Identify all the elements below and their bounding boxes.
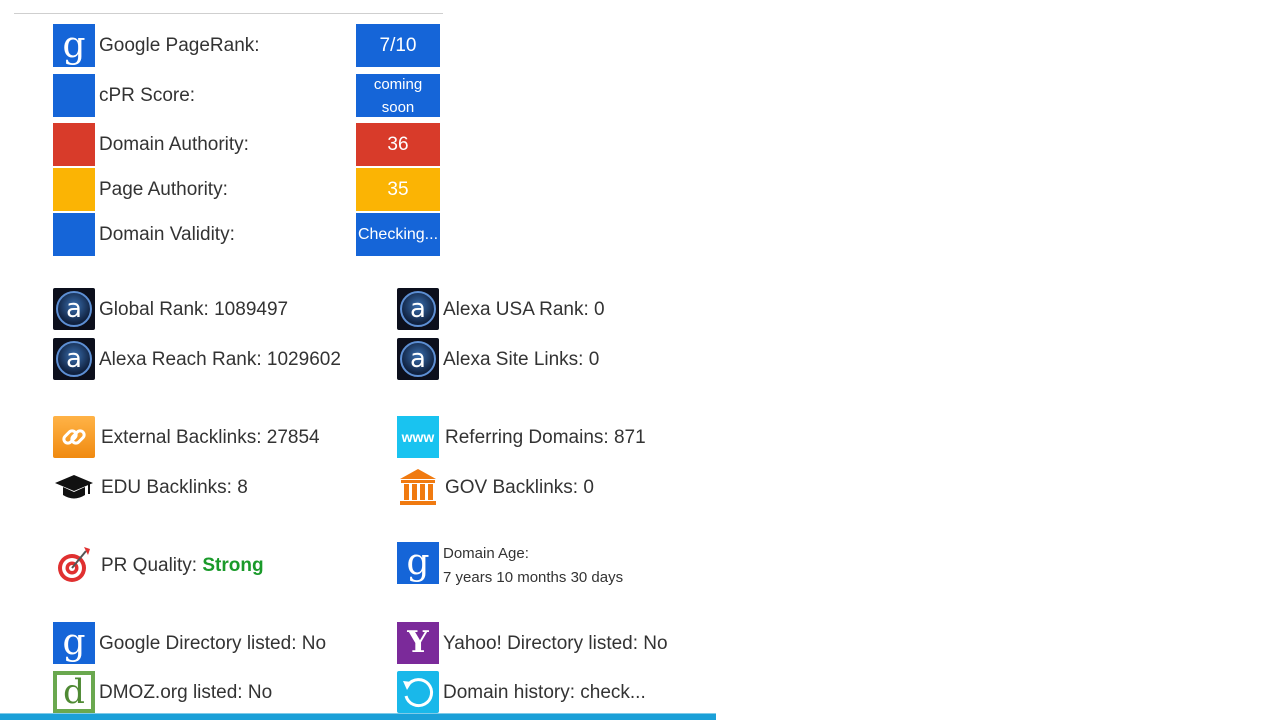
alexa-icon: a	[397, 288, 439, 330]
yahoo-directory-text: Yahoo! Directory listed: No	[443, 633, 668, 654]
google-directory-text: Google Directory listed: No	[99, 633, 327, 654]
domain-authority-label: Domain Authority:	[99, 134, 249, 155]
score-row-domain-authority: Domain Authority: 36	[53, 123, 441, 166]
gov-backlinks-text: GOV Backlinks: 0	[445, 477, 594, 498]
graduation-cap-icon	[53, 466, 95, 508]
google-g-icon: g	[53, 24, 95, 67]
cpr-value-line2: soon	[381, 98, 415, 116]
global-rank-text: Global Rank: 1089497	[99, 299, 289, 320]
government-building-icon	[397, 466, 439, 508]
pr-quality-text: PR Quality: Strong	[101, 544, 264, 587]
site-links-text: Alexa Site Links: 0	[443, 349, 600, 370]
score-row-page-authority: Page Authority: 35	[53, 168, 441, 211]
usa-rank-text: Alexa USA Rank: 0	[443, 299, 605, 320]
bottom-bar	[0, 713, 716, 720]
dmoz-d-icon: d	[53, 671, 95, 713]
domain-validity-color-square	[53, 213, 95, 256]
cpr-label: cPR Score:	[99, 85, 196, 106]
yahoo-y-icon: Y	[397, 622, 439, 664]
domain-authority-value: 36	[356, 123, 440, 166]
reach-rank-text: Alexa Reach Rank: 1029602	[99, 349, 341, 370]
pr-quality-label: PR Quality:	[101, 555, 198, 576]
domain-authority-color-square	[53, 123, 95, 166]
google-g-icon: g	[53, 622, 95, 664]
cpr-value: coming soon	[356, 74, 440, 117]
alexa-icon: a	[397, 338, 439, 380]
history-refresh-icon	[397, 671, 439, 713]
pagerank-label: Google PageRank:	[99, 35, 260, 56]
domain-validity-label: Domain Validity:	[99, 224, 235, 245]
score-row-pagerank: g Google PageRank: 7/10	[53, 24, 441, 67]
referring-domains-text: Referring Domains: 871	[445, 427, 646, 448]
domain-history-link[interactable]: Domain history: check...	[443, 671, 646, 714]
cpr-value-line1: coming	[373, 75, 423, 93]
page-authority-color-square	[53, 168, 95, 211]
google-g-icon: g	[397, 542, 439, 584]
target-dart-icon	[53, 544, 95, 586]
domain-age-label: Domain Age:	[443, 545, 529, 562]
domain-validity-value: Checking...	[356, 213, 440, 256]
page-authority-value: 35	[356, 168, 440, 211]
external-backlinks-text: External Backlinks: 27854	[101, 427, 320, 448]
score-row-domain-validity: Domain Validity: Checking...	[53, 213, 441, 256]
cpr-color-square	[53, 74, 95, 117]
www-icon: www	[397, 416, 439, 458]
score-row-cpr: cPR Score: coming soon	[53, 74, 441, 117]
pr-quality-value: Strong	[202, 555, 264, 576]
pagerank-value: 7/10	[356, 24, 440, 67]
domain-age-value: 7 years 10 months 30 days	[443, 569, 624, 586]
page-authority-label: Page Authority:	[99, 179, 228, 200]
alexa-icon: a	[53, 288, 95, 330]
edu-backlinks-text: EDU Backlinks: 8	[101, 477, 248, 498]
alexa-icon: a	[53, 338, 95, 380]
domain-age-text: Domain Age: 7 years 10 months 30 days	[443, 542, 623, 590]
link-icon	[53, 416, 95, 458]
dmoz-text: DMOZ.org listed: No	[99, 682, 273, 703]
top-divider	[14, 13, 443, 14]
